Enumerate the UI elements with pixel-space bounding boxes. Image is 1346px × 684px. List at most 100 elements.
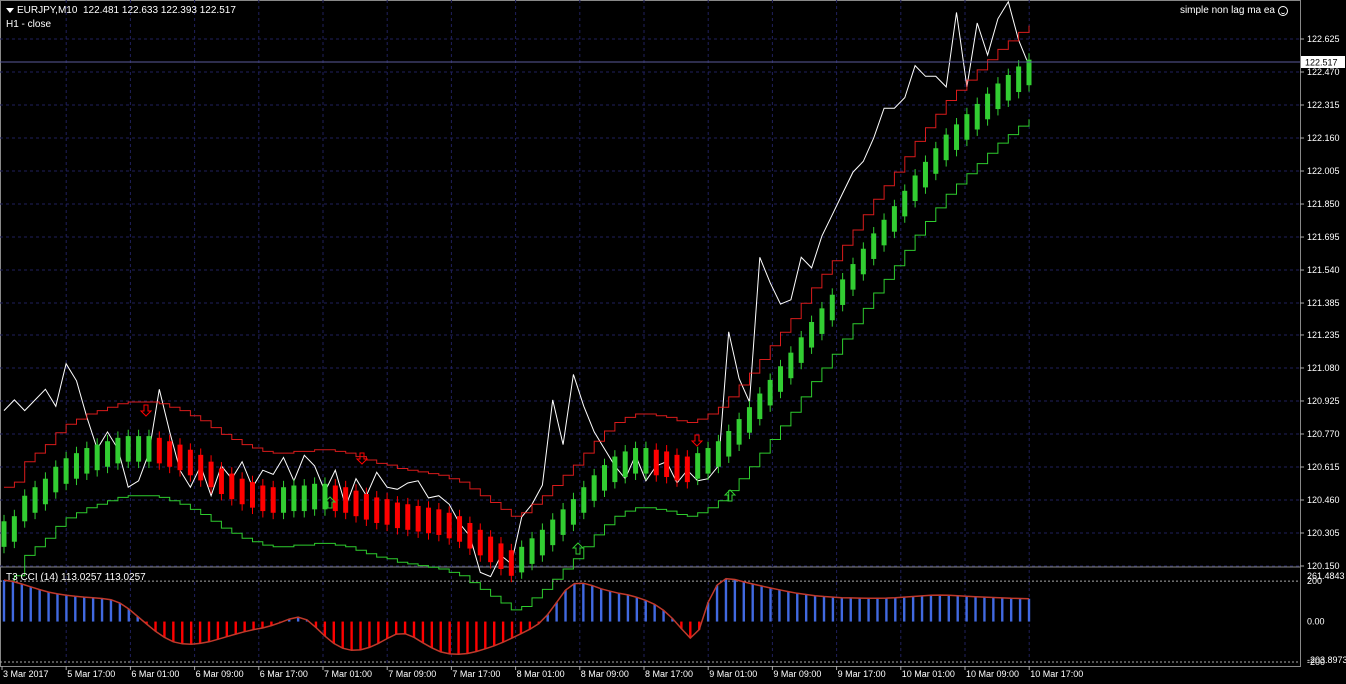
indicator-y-label: 200 — [1307, 576, 1322, 586]
x-tick-label: 5 Mar 17:00 — [67, 669, 115, 679]
candle-body — [374, 497, 380, 523]
candle-body — [332, 485, 338, 512]
candle-body — [954, 124, 960, 150]
y-tick-label: 120.615 — [1307, 462, 1340, 472]
candle-body — [239, 478, 245, 505]
y-tick-label: 120.460 — [1307, 495, 1340, 505]
candle-body — [995, 83, 1001, 110]
x-tick-label: 6 Mar 17:00 — [260, 669, 308, 679]
candle-body — [664, 451, 670, 477]
candle-body — [633, 448, 639, 474]
candle-body — [570, 499, 576, 525]
candle-body — [622, 451, 628, 477]
x-tick-label: 7 Mar 17:00 — [452, 669, 500, 679]
current-price-label: 122.517 — [1305, 58, 1338, 68]
y-tick-label: 120.925 — [1307, 396, 1340, 406]
candle-body — [84, 448, 90, 474]
y-tick-label: 121.235 — [1307, 330, 1340, 340]
x-tick-label: 8 Mar 09:00 — [581, 669, 629, 679]
candle-body — [42, 478, 48, 505]
candle-body — [715, 441, 721, 467]
candle-body — [881, 219, 887, 246]
x-tick-label: 8 Mar 01:00 — [517, 669, 565, 679]
candle-body — [322, 483, 328, 510]
ea-name: simple non lag ma ea — [1179, 5, 1275, 16]
y-tick-label: 120.305 — [1307, 528, 1340, 538]
candle-body — [394, 502, 400, 529]
x-tick-label: 8 Mar 17:00 — [645, 669, 693, 679]
candle-body — [974, 103, 980, 130]
sell-arrow-icon — [690, 434, 704, 447]
candle-body — [73, 453, 79, 479]
symbol-label: EURJPY,M10 — [17, 5, 78, 16]
candle-body — [167, 441, 173, 467]
candle-body — [612, 456, 618, 483]
candle-body — [674, 454, 680, 481]
candle-body — [115, 437, 121, 464]
candle-body — [343, 487, 349, 513]
candle-body — [985, 93, 991, 120]
y-tick-label: 120.150 — [1307, 561, 1340, 571]
candle-body — [53, 466, 59, 493]
y-tick-label: 120.770 — [1307, 429, 1340, 439]
candle-body — [643, 448, 649, 474]
indicator-label: T3 CCI (14) 113.0257 113.0257 — [6, 572, 146, 583]
candle-body — [11, 516, 17, 542]
candle-body — [840, 279, 846, 305]
candle-body — [405, 504, 411, 530]
candle-body — [933, 148, 939, 174]
candle-body — [829, 294, 835, 321]
indicator-y-label: 0.00 — [1307, 617, 1325, 627]
indicator-bars-group — [2, 578, 1031, 655]
ea-label[interactable]: simple non lag ma ea — [1180, 5, 1288, 16]
candle-body — [425, 507, 431, 534]
candle-body — [529, 538, 535, 564]
y-tick-label: 121.540 — [1307, 265, 1340, 275]
ohlc-values: 122.481 122.633 122.393 122.517 — [82, 5, 236, 16]
y-tick-label: 121.850 — [1307, 199, 1340, 209]
close-series-line — [3, 0, 1030, 578]
candle-body — [249, 482, 255, 508]
candle-body — [902, 190, 908, 217]
y-tick-label: 122.005 — [1307, 166, 1340, 176]
candle-body — [560, 509, 566, 535]
candle-body — [281, 487, 287, 513]
candle-body — [498, 543, 504, 569]
candle-body — [788, 352, 794, 379]
candle-body — [1005, 74, 1011, 101]
x-tick-label: 7 Mar 01:00 — [324, 669, 372, 679]
candle-body — [63, 458, 69, 484]
smiley-icon — [1278, 5, 1288, 16]
x-tick-label: 6 Mar 09:00 — [196, 669, 244, 679]
candles-group — [1, 53, 1032, 583]
candle-body — [125, 436, 131, 462]
y-tick-label: 122.160 — [1307, 133, 1340, 143]
candle-body — [943, 134, 949, 161]
candle-body — [208, 461, 214, 488]
x-tick-label: 6 Mar 01:00 — [131, 669, 179, 679]
candle-body — [746, 407, 752, 433]
candle-body — [136, 436, 142, 462]
candle-body — [384, 499, 390, 525]
chart-canvas: 3 Mar 2017 5 Mar 17:00 6 Mar 01:00 6 Mar 09… — [0, 0, 1346, 679]
candle-body — [488, 536, 494, 563]
candle-body — [726, 431, 732, 457]
candle-body — [198, 454, 204, 481]
candle-body — [146, 436, 152, 462]
candle-body — [1016, 66, 1022, 93]
candle-body — [581, 487, 587, 513]
candle-body — [301, 485, 307, 512]
subtitle-label: H1 - close — [6, 19, 52, 30]
candle-body — [912, 175, 918, 202]
candle-body — [819, 308, 825, 334]
candle-body — [270, 487, 276, 513]
dropdown-triangle-icon[interactable] — [6, 7, 14, 13]
x-tick-label: 10 Mar 09:00 — [966, 669, 1019, 679]
y-tick-label: 122.625 — [1307, 34, 1340, 44]
y-tick-label: 122.315 — [1307, 100, 1340, 110]
candle-body — [653, 449, 659, 476]
candle-body — [94, 444, 100, 471]
candle-body — [871, 233, 877, 259]
x-tick-label: 7 Mar 09:00 — [388, 669, 436, 679]
candle-body — [187, 449, 193, 476]
